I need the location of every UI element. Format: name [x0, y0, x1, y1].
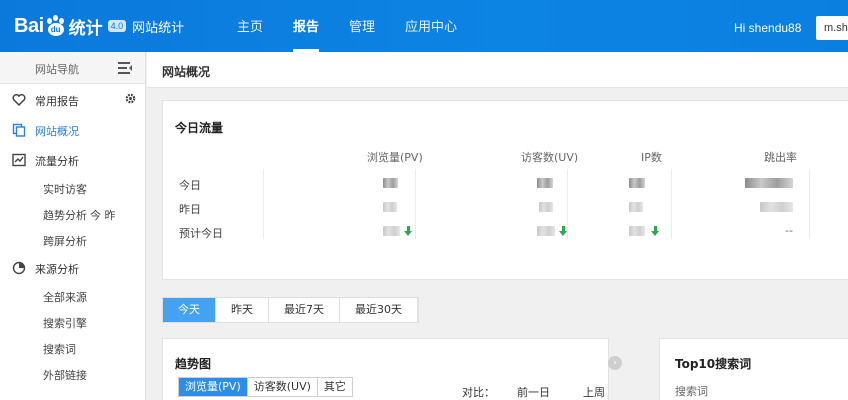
tab-last-7-days[interactable]: 最近7天: [269, 298, 340, 322]
column-divider: [671, 169, 672, 239]
row-label-forecast: 预计今日: [179, 227, 223, 240]
sidebar-item-source[interactable]: 来源分析: [0, 252, 145, 282]
sidebar-item-realtime[interactable]: 实时访客: [0, 174, 145, 200]
date-range-tabs: 今天 昨天 最近7天 最近30天: [162, 297, 419, 323]
column-header-bounce: 跳出率: [764, 151, 797, 164]
nav-app-center[interactable]: 应用中心: [390, 0, 472, 52]
compare-label: 对比：: [462, 386, 495, 399]
sidebar-item-label: 外部链接: [43, 369, 87, 382]
column-divider: [809, 169, 810, 239]
column-divider: [263, 169, 264, 239]
today-traffic-title: 今日流量: [175, 121, 224, 135]
trend-quick-links[interactable]: 今 昨: [90, 207, 116, 223]
sidebar-item-search-terms[interactable]: 搜索词: [0, 334, 145, 360]
sidebar-header: 网站导航: [0, 52, 145, 84]
ip-yesterday-value-redacted: [629, 202, 643, 212]
column-header-ip: IP数: [641, 151, 662, 164]
sidebar-item-cross-screen[interactable]: 跨屏分析: [0, 226, 145, 252]
keyword-column-header: 搜索词: [675, 385, 708, 398]
sidebar-item-trend[interactable]: 趋势分析今 昨: [0, 200, 145, 226]
column-divider: [415, 169, 416, 239]
page-title-bar: 网站概况: [147, 52, 848, 88]
nav-manage[interactable]: 管理: [334, 0, 390, 52]
bounce-today-value-redacted: [745, 178, 793, 188]
sidebar-title: 网站导航: [35, 63, 79, 76]
ip-forecast-value-redacted: [629, 226, 645, 236]
sidebar-item-label: 搜索引擎: [43, 317, 87, 330]
gear-icon[interactable]: [124, 92, 137, 105]
top10-title: Top10搜索词: [675, 357, 752, 371]
sidebar-item-external-links[interactable]: 外部链接: [0, 360, 145, 386]
page-title: 网站概况: [162, 65, 211, 79]
paw-icon: du: [45, 15, 67, 37]
uv-forecast-value-redacted: [537, 226, 555, 236]
sidebar-item-label: 趋势分析: [43, 209, 87, 222]
sidebar-item-label: 全部来源: [43, 291, 87, 304]
uv-yesterday-value-redacted: [539, 202, 553, 212]
trend-title: 趋势图: [175, 357, 212, 371]
sidebar-item-all-sources[interactable]: 全部来源: [0, 282, 145, 308]
row-label-today: 今日: [179, 179, 201, 192]
next-arrow-icon[interactable]: ›: [608, 356, 622, 370]
overview-icon: [12, 123, 26, 137]
column-header-pv: 浏览量(PV): [367, 151, 423, 164]
site-title: 网站统计: [132, 20, 185, 36]
metric-pv[interactable]: 浏览量(PV): [179, 378, 248, 396]
metric-selector: 浏览量(PV) 访客数(UV) 其它: [178, 377, 353, 397]
row-label-yesterday: 昨日: [179, 203, 201, 216]
uv-today-value-redacted: [537, 178, 553, 188]
trend-panel: 趋势图 › 浏览量(PV) 访客数(UV) 其它 对比： 前一日 上周同期: [162, 338, 622, 400]
logo-tongji-text: 统计: [68, 18, 103, 39]
decrease-arrow-icon: [404, 226, 412, 237]
sidebar-item-traffic[interactable]: 流量分析: [0, 144, 145, 174]
ip-today-value-redacted: [629, 178, 645, 188]
collapse-menu-icon[interactable]: [118, 62, 132, 74]
today-traffic-panel: 今日流量 浏览量(PV) 访客数(UV) IP数 跳出率 今日 昨日 预计今日 …: [162, 100, 848, 280]
main-nav: 主页 报告 管理 应用中心: [222, 0, 472, 52]
sidebar-item-label: 实时访客: [43, 183, 87, 196]
column-header-uv: 访客数(UV): [521, 151, 579, 164]
sidebar-item-label: 来源分析: [35, 263, 79, 276]
sidebar-item-label: 流量分析: [35, 155, 79, 168]
site-selector[interactable]: m.sho: [816, 16, 848, 40]
sidebar-item-label: 网站概况: [35, 125, 79, 138]
logo-du-text: du: [47, 23, 64, 36]
compare-previous-day[interactable]: 前一日: [517, 384, 550, 400]
sidebar-item-favorites[interactable]: 常用报告: [0, 84, 145, 114]
metric-other[interactable]: 其它: [318, 378, 352, 396]
pv-forecast-value-redacted: [383, 226, 400, 236]
main-content: 网站概况 今日流量 浏览量(PV) 访客数(UV) IP数 跳出率 今日 昨日 …: [147, 52, 848, 400]
tab-today[interactable]: 今天: [163, 298, 216, 322]
bounce-forecast-value: --: [785, 224, 793, 237]
sidebar-item-overview[interactable]: 网站概况: [0, 114, 145, 144]
bounce-yesterday-value-redacted: [760, 202, 793, 212]
decrease-arrow-icon: [651, 226, 659, 237]
pie-chart-icon: [12, 261, 26, 275]
tab-yesterday[interactable]: 昨天: [216, 298, 269, 322]
sidebar-item-label: 跨屏分析: [43, 235, 87, 248]
top-bar: Bai du 统计 4.0 网站统计 主页 报告 管理 应用中心 Hi shen…: [0, 0, 848, 52]
nav-home[interactable]: 主页: [222, 0, 278, 52]
baidu-tongji-logo[interactable]: Bai du 统计 4.0 网站统计: [14, 13, 184, 39]
tab-last-30-days[interactable]: 最近30天: [340, 298, 418, 322]
decrease-arrow-icon: [559, 226, 567, 237]
sidebar-item-search-engines[interactable]: 搜索引擎: [0, 308, 145, 334]
sidebar-item-label: 常用报告: [35, 95, 79, 108]
sidebar: 网站导航 常用报告 网站概况 流量分析 实时访客 趋势分析今 昨 跨屏分析 来源…: [0, 52, 146, 400]
column-divider: [567, 169, 568, 239]
heart-icon: [12, 93, 26, 107]
compare-last-week[interactable]: 上周同期: [583, 384, 608, 400]
pv-yesterday-value-redacted: [383, 202, 397, 212]
nav-reports[interactable]: 报告: [278, 0, 334, 52]
user-greeting[interactable]: Hi shendu88: [734, 21, 801, 35]
version-badge: 4.0: [107, 20, 127, 32]
metric-uv[interactable]: 访客数(UV): [248, 378, 318, 396]
line-chart-icon: [12, 153, 26, 167]
sidebar-item-label: 搜索词: [43, 343, 76, 356]
logo-bai-text: Bai: [14, 14, 44, 37]
top10-keywords-panel: Top10搜索词 搜索词: [659, 338, 848, 400]
pv-today-value-redacted: [383, 178, 398, 188]
